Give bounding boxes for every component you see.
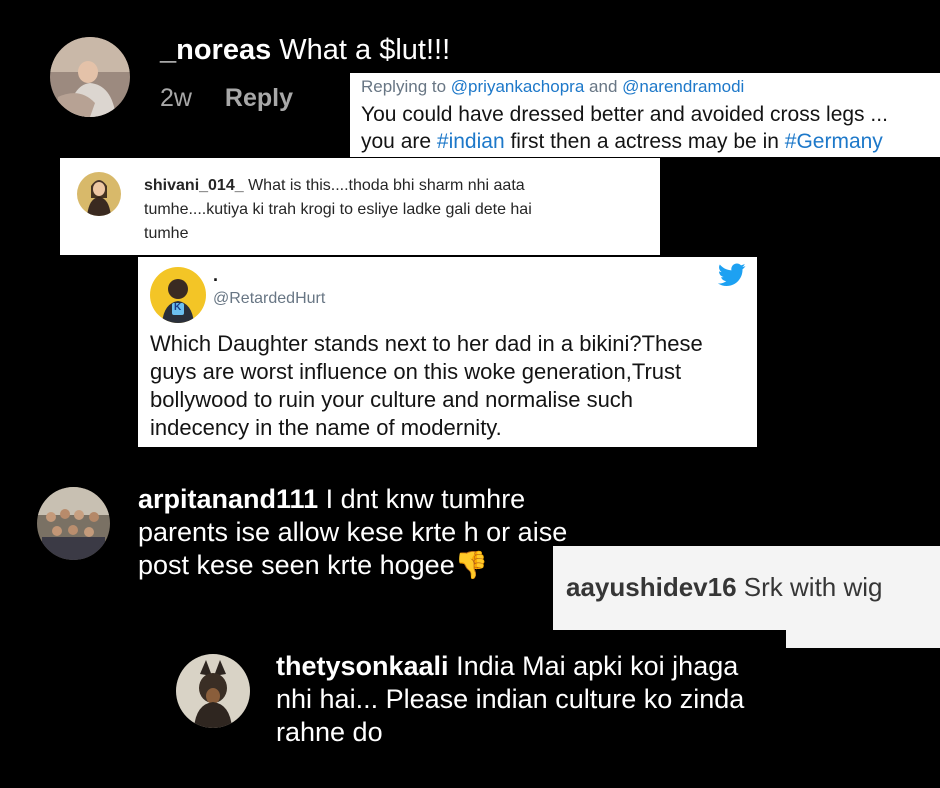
comment-time: 2w (160, 84, 192, 112)
comment-text-line: I dnt knw tumhre (325, 484, 526, 514)
comment-text-line: India Mai apki koi jhaga (456, 651, 739, 681)
comment-text: Srk with wig (743, 572, 883, 602)
thumbs-down-icon: 👎 (454, 550, 489, 580)
replying-to: Replying to @priyankachopra and @narendr… (361, 77, 745, 96)
card-strip (786, 630, 940, 648)
mention-link[interactable]: @narendramodi (622, 77, 744, 96)
comment-username[interactable]: aayushidev16 (566, 572, 737, 602)
tweet-text-line: guys are worst influence on this woke ge… (150, 359, 682, 384)
tweet-text-line: bollywood to ruin your culture and norma… (150, 387, 634, 412)
comment-text-line: nhi hai... Please indian culture ko zind… (276, 684, 745, 714)
comment-username[interactable]: thetysonkaali (276, 651, 449, 681)
comment-text-line: tumhe (144, 225, 189, 242)
twitter-bird-icon[interactable] (717, 263, 746, 287)
comment-text-line: rahne do (276, 717, 383, 747)
comment-text-line: tumhe....kutiya ki trah krogi to esliye … (144, 201, 532, 218)
avatar[interactable]: K (150, 267, 206, 323)
avatar[interactable] (176, 654, 250, 728)
tweet-text-line: you are #indian first then a actress may… (361, 130, 883, 153)
tweet-card: K . @RetardedHurt Which Daughter stands … (138, 257, 757, 447)
comment-text-line: What is this....thoda bhi sharm nhi aata (248, 177, 525, 194)
tweet-text-line: Which Daughter stands next to her dad in… (150, 331, 703, 356)
hashtag-link[interactable]: #indian (437, 130, 505, 153)
comment-text: What a $lut!!! (279, 34, 451, 66)
tweet-text-line: You could have dressed better and avoide… (361, 103, 888, 126)
hashtag-link[interactable]: #Germany (785, 130, 883, 153)
avatar[interactable] (37, 487, 110, 560)
avatar[interactable] (50, 37, 130, 117)
comment-username[interactable]: shivani_014_ (144, 177, 244, 194)
comment-username[interactable]: arpitanand111 (138, 484, 318, 514)
tweet-author-name[interactable]: . (213, 265, 218, 286)
avatar[interactable] (77, 172, 121, 216)
comment-text-line: post kese seen krte hogee👎 (138, 550, 489, 580)
reply-button[interactable]: Reply (225, 84, 293, 112)
tweet-text-line: indecency in the name of modernity. (150, 415, 502, 440)
comment-shivani-card: shivani_014_ What is this....thoda bhi s… (60, 158, 660, 255)
comment-aayushidev-card: aayushidev16 Srk with wig (553, 546, 940, 630)
mention-link[interactable]: @priyankachopra (451, 77, 585, 96)
avatar-letter: K (174, 302, 182, 313)
comment-username[interactable]: _noreas (160, 34, 271, 66)
tweet-handle[interactable]: @RetardedHurt (213, 290, 325, 308)
tweet-reply-card: Replying to @priyankachopra and @narendr… (350, 73, 940, 157)
comment-text-line: parents ise allow kese krte h or aise (138, 517, 568, 547)
